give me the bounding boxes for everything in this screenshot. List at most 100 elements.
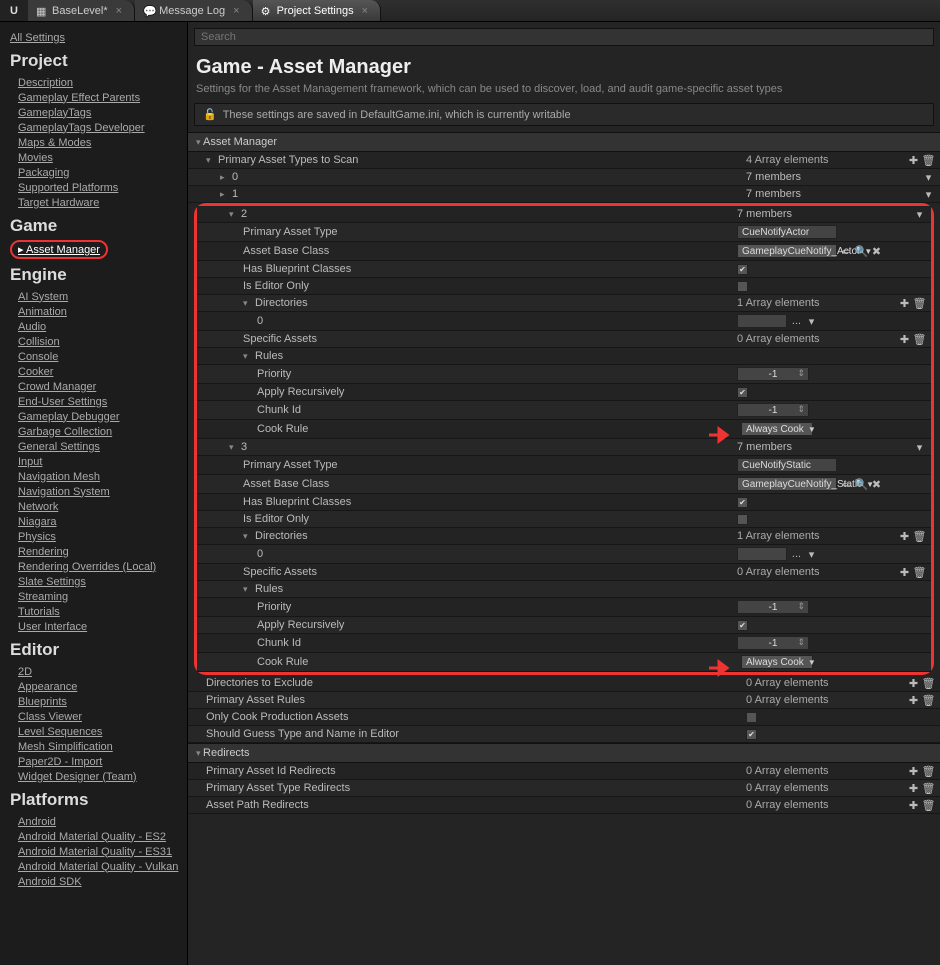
- sidebar-item[interactable]: Gameplay Effect Parents: [10, 90, 181, 105]
- close-icon[interactable]: ×: [116, 5, 122, 17]
- primary-asset-type-input[interactable]: [737, 458, 837, 472]
- sidebar-item[interactable]: Android Material Quality - Vulkan: [10, 859, 181, 874]
- expand-icon[interactable]: ▾: [243, 531, 253, 542]
- trash-icon[interactable]: 🗑: [914, 567, 925, 578]
- sidebar-item-asset-manager[interactable]: Asset Manager: [10, 240, 108, 259]
- sidebar-item[interactable]: Packaging: [10, 165, 181, 180]
- chevron-down-icon[interactable]: ▾: [923, 189, 934, 200]
- add-icon[interactable]: ✚: [908, 783, 919, 794]
- sidebar-item[interactable]: Appearance: [10, 679, 181, 694]
- checkbox[interactable]: ✔: [737, 497, 748, 508]
- sidebar-item[interactable]: Input: [10, 454, 181, 469]
- chevron-down-icon[interactable]: ▾: [914, 209, 925, 220]
- directory-input[interactable]: [737, 314, 787, 328]
- sidebar-item[interactable]: Blueprints: [10, 694, 181, 709]
- expand-icon[interactable]: ▾: [243, 351, 253, 362]
- trash-icon[interactable]: 🗑: [923, 155, 934, 166]
- sidebar-item[interactable]: Niagara: [10, 514, 181, 529]
- sidebar-item[interactable]: General Settings: [10, 439, 181, 454]
- cook-rule-combo[interactable]: Always Cook▼: [741, 422, 813, 436]
- sidebar-item[interactable]: Physics: [10, 529, 181, 544]
- sidebar-item[interactable]: Android Material Quality - ES31: [10, 844, 181, 859]
- sidebar-item[interactable]: End-User Settings: [10, 394, 181, 409]
- sidebar-item[interactable]: Streaming: [10, 589, 181, 604]
- tab-messagelog[interactable]: 💬 Message Log ×: [135, 0, 252, 21]
- tab-baselevel[interactable]: ▦ BaseLevel* ×: [28, 0, 135, 21]
- browse-icon[interactable]: 🔍: [856, 479, 867, 490]
- add-icon[interactable]: ✚: [908, 766, 919, 777]
- trash-icon[interactable]: 🗑: [923, 800, 934, 811]
- section-redirects[interactable]: Redirects: [188, 743, 940, 763]
- trash-icon[interactable]: 🗑: [923, 766, 934, 777]
- checkbox[interactable]: ✔: [746, 729, 757, 740]
- expand-icon[interactable]: ▾: [229, 209, 239, 220]
- checkbox[interactable]: [737, 281, 748, 292]
- checkbox[interactable]: [746, 712, 757, 723]
- sidebar-item[interactable]: Description: [10, 75, 181, 90]
- sidebar-item[interactable]: User Interface: [10, 619, 181, 634]
- sidebar-item[interactable]: Android SDK: [10, 874, 181, 889]
- sidebar-item[interactable]: AI System: [10, 289, 181, 304]
- sidebar-item[interactable]: Gameplay Debugger: [10, 409, 181, 424]
- ellipsis-icon[interactable]: ...: [791, 549, 802, 560]
- expand-icon[interactable]: ▸: [220, 172, 230, 183]
- back-arrow-icon[interactable]: ⇐: [841, 246, 852, 257]
- tab-projectsettings[interactable]: ⚙ Project Settings ×: [253, 0, 381, 21]
- sidebar-item[interactable]: Crowd Manager: [10, 379, 181, 394]
- trash-icon[interactable]: 🗑: [923, 783, 934, 794]
- add-icon[interactable]: ✚: [899, 567, 910, 578]
- checkbox[interactable]: ✔: [737, 387, 748, 398]
- sidebar-item[interactable]: Android: [10, 814, 181, 829]
- sidebar-item[interactable]: Network: [10, 499, 181, 514]
- chevron-down-icon[interactable]: ▾: [806, 316, 817, 327]
- trash-icon[interactable]: 🗑: [914, 298, 925, 309]
- close-icon[interactable]: ×: [362, 5, 368, 17]
- add-icon[interactable]: ✚: [899, 531, 910, 542]
- sidebar-item[interactable]: Level Sequences: [10, 724, 181, 739]
- sidebar-item[interactable]: Widget Designer (Team): [10, 769, 181, 784]
- checkbox[interactable]: [737, 514, 748, 525]
- clear-icon[interactable]: ✖: [871, 246, 882, 257]
- sidebar-item[interactable]: 2D: [10, 664, 181, 679]
- priority-spinner[interactable]: -1: [737, 600, 809, 614]
- sidebar-item[interactable]: Maps & Modes: [10, 135, 181, 150]
- add-icon[interactable]: ✚: [899, 298, 910, 309]
- sidebar-item[interactable]: GameplayTags Developer: [10, 120, 181, 135]
- sidebar-item[interactable]: Console: [10, 349, 181, 364]
- primary-asset-type-input[interactable]: [737, 225, 837, 239]
- checkbox[interactable]: ✔: [737, 264, 748, 275]
- expand-icon[interactable]: ▾: [206, 155, 216, 166]
- sidebar-item[interactable]: Slate Settings: [10, 574, 181, 589]
- asset-base-class-combo[interactable]: GameplayCueNotify_Static▼: [737, 477, 837, 491]
- sidebar-item[interactable]: Audio: [10, 319, 181, 334]
- settings-category-sidebar[interactable]: All Settings Project Description Gamepla…: [0, 22, 188, 965]
- ellipsis-icon[interactable]: ...: [791, 316, 802, 327]
- expand-icon[interactable]: ▾: [243, 298, 253, 309]
- add-icon[interactable]: ✚: [908, 155, 919, 166]
- add-icon[interactable]: ✚: [908, 695, 919, 706]
- expand-icon[interactable]: ▾: [243, 584, 253, 595]
- cook-rule-combo[interactable]: Always Cook▼: [741, 655, 813, 669]
- chevron-down-icon[interactable]: ▾: [914, 442, 925, 453]
- sidebar-item[interactable]: Animation: [10, 304, 181, 319]
- asset-base-class-combo[interactable]: GameplayCueNotify_Actor▼: [737, 244, 837, 258]
- back-arrow-icon[interactable]: ⇐: [841, 479, 852, 490]
- sidebar-item[interactable]: Paper2D - Import: [10, 754, 181, 769]
- sidebar-item[interactable]: Cooker: [10, 364, 181, 379]
- sidebar-item[interactable]: Mesh Simplification: [10, 739, 181, 754]
- sidebar-item[interactable]: Navigation System: [10, 484, 181, 499]
- chevron-down-icon[interactable]: ▾: [806, 549, 817, 560]
- chunkid-spinner[interactable]: -1: [737, 636, 809, 650]
- sidebar-item[interactable]: Tutorials: [10, 604, 181, 619]
- sidebar-item[interactable]: Collision: [10, 334, 181, 349]
- browse-icon[interactable]: 🔍: [856, 246, 867, 257]
- expand-icon[interactable]: ▾: [229, 442, 239, 453]
- sidebar-all-settings[interactable]: All Settings: [10, 30, 181, 45]
- sidebar-item[interactable]: Supported Platforms: [10, 180, 181, 195]
- add-icon[interactable]: ✚: [899, 334, 910, 345]
- sidebar-item[interactable]: Rendering Overrides (Local): [10, 559, 181, 574]
- close-icon[interactable]: ×: [233, 5, 239, 17]
- sidebar-item[interactable]: Target Hardware: [10, 195, 181, 210]
- add-icon[interactable]: ✚: [908, 800, 919, 811]
- sidebar-item[interactable]: Garbage Collection: [10, 424, 181, 439]
